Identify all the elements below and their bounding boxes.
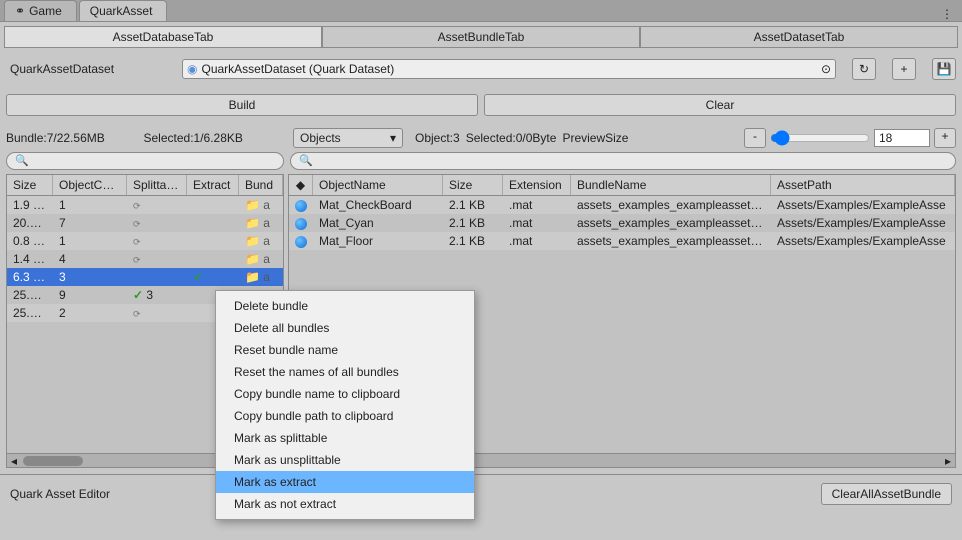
subtab-assetbundle[interactable]: AssetBundleTab xyxy=(322,26,640,48)
preview-size-value[interactable] xyxy=(874,129,930,147)
ctx-mark-as-splittable[interactable]: Mark as splittable xyxy=(216,427,474,449)
table-row[interactable]: 1.9 MB1⟳📁 a xyxy=(7,196,283,214)
table-row[interactable]: 0.8 KB1⟳📁 a xyxy=(7,232,283,250)
clear-button[interactable]: Clear xyxy=(484,94,956,116)
add-button[interactable]: + xyxy=(892,58,916,80)
col-bundle[interactable]: Bund xyxy=(239,175,283,195)
col-size[interactable]: Size xyxy=(7,175,53,195)
ctx-copy-bundle-name-to-clipboard[interactable]: Copy bundle name to clipboard xyxy=(216,383,474,405)
selected-status: Selected:1/6.28KB xyxy=(144,131,282,145)
ctx-delete-bundle[interactable]: Delete bundle xyxy=(216,295,474,317)
picker-icon[interactable]: ⊙ xyxy=(821,62,831,76)
bundle-status: Bundle:7/22.56MB xyxy=(6,131,144,145)
col-extension[interactable]: Extension xyxy=(503,175,571,195)
ctx-reset-bundle-name[interactable]: Reset bundle name xyxy=(216,339,474,361)
table-row[interactable]: 1.4 KB4⟳📁 a xyxy=(7,250,283,268)
objects-dropdown[interactable]: Objects▾ xyxy=(293,128,403,148)
save-icon: 💾 xyxy=(937,62,952,76)
context-menu: Delete bundleDelete all bundlesReset bun… xyxy=(215,290,475,520)
ctx-delete-all-bundles[interactable]: Delete all bundles xyxy=(216,317,474,339)
material-icon xyxy=(295,218,307,230)
preview-slider[interactable] xyxy=(770,130,870,146)
tab-game[interactable]: ⚭Game xyxy=(4,0,77,21)
table-row[interactable]: Mat_CheckBoard2.1 KB.matassets_examples_… xyxy=(289,196,955,214)
dataset-input[interactable] xyxy=(201,62,820,76)
col-bundlename[interactable]: BundleName xyxy=(571,175,771,195)
subtab-assetdatabase[interactable]: AssetDatabaseTab xyxy=(4,26,322,48)
col-assetpath[interactable]: AssetPath xyxy=(771,175,955,195)
search-left[interactable] xyxy=(6,152,284,170)
save-button[interactable]: 💾 xyxy=(932,58,956,80)
table-row[interactable]: 6.3 KB3✓📁 a xyxy=(7,268,283,286)
plus-icon: + xyxy=(900,62,907,76)
object-count: Object:3 xyxy=(415,131,460,145)
plus-button[interactable]: + xyxy=(934,128,956,148)
minus-button[interactable]: - xyxy=(744,128,766,148)
table-row[interactable]: Mat_Floor2.1 KB.matassets_examples_examp… xyxy=(289,232,955,250)
kebab-menu-icon[interactable]: ⋮ xyxy=(941,7,954,21)
material-icon xyxy=(295,200,307,212)
col-objectname[interactable]: ObjectName xyxy=(313,175,443,195)
table-row[interactable]: Mat_Cyan2.1 KB.matassets_examples_exampl… xyxy=(289,214,955,232)
footer-label: Quark Asset Editor xyxy=(10,487,110,501)
col-extract[interactable]: Extract xyxy=(187,175,239,195)
search-right[interactable] xyxy=(290,152,956,170)
ctx-mark-as-extract[interactable]: Mark as extract xyxy=(216,471,474,493)
selected-bytes: Selected:0/0Byte xyxy=(466,131,557,145)
link-icon: ⚭ xyxy=(15,4,25,18)
subtab-assetdataset[interactable]: AssetDatasetTab xyxy=(640,26,958,48)
refresh-icon: ↻ xyxy=(859,62,869,76)
object-icon: ◉ xyxy=(187,62,197,76)
table-row[interactable]: 20.6 M7⟳📁 a xyxy=(7,214,283,232)
chevron-down-icon: ▾ xyxy=(390,131,396,145)
refresh-button[interactable]: ↻ xyxy=(852,58,876,80)
col-icon[interactable]: ◆ xyxy=(289,175,313,195)
scroll-right[interactable]: ▸ xyxy=(941,454,955,467)
tab-quarkasset[interactable]: QuarkAsset xyxy=(79,0,168,21)
material-icon xyxy=(295,236,307,248)
clear-all-assetbundle-button[interactable]: ClearAllAssetBundle xyxy=(821,483,952,505)
ctx-copy-bundle-path-to-clipboard[interactable]: Copy bundle path to clipboard xyxy=(216,405,474,427)
dataset-label: QuarkAssetDataset xyxy=(10,62,170,76)
ctx-mark-as-unsplittable[interactable]: Mark as unsplittable xyxy=(216,449,474,471)
scrollbar[interactable] xyxy=(21,454,941,467)
col-object-size[interactable]: Size xyxy=(443,175,503,195)
dataset-field[interactable]: ◉ ⊙ xyxy=(182,59,836,79)
build-button[interactable]: Build xyxy=(6,94,478,116)
preview-size-label: PreviewSize xyxy=(562,131,628,145)
ctx-reset-the-names-of-all-bundles[interactable]: Reset the names of all bundles xyxy=(216,361,474,383)
col-splittable[interactable]: Splittable xyxy=(127,175,187,195)
scroll-left[interactable]: ◂ xyxy=(7,454,21,467)
ctx-mark-as-not-extract[interactable]: Mark as not extract xyxy=(216,493,474,515)
col-objectcount[interactable]: ObjectCoun xyxy=(53,175,127,195)
